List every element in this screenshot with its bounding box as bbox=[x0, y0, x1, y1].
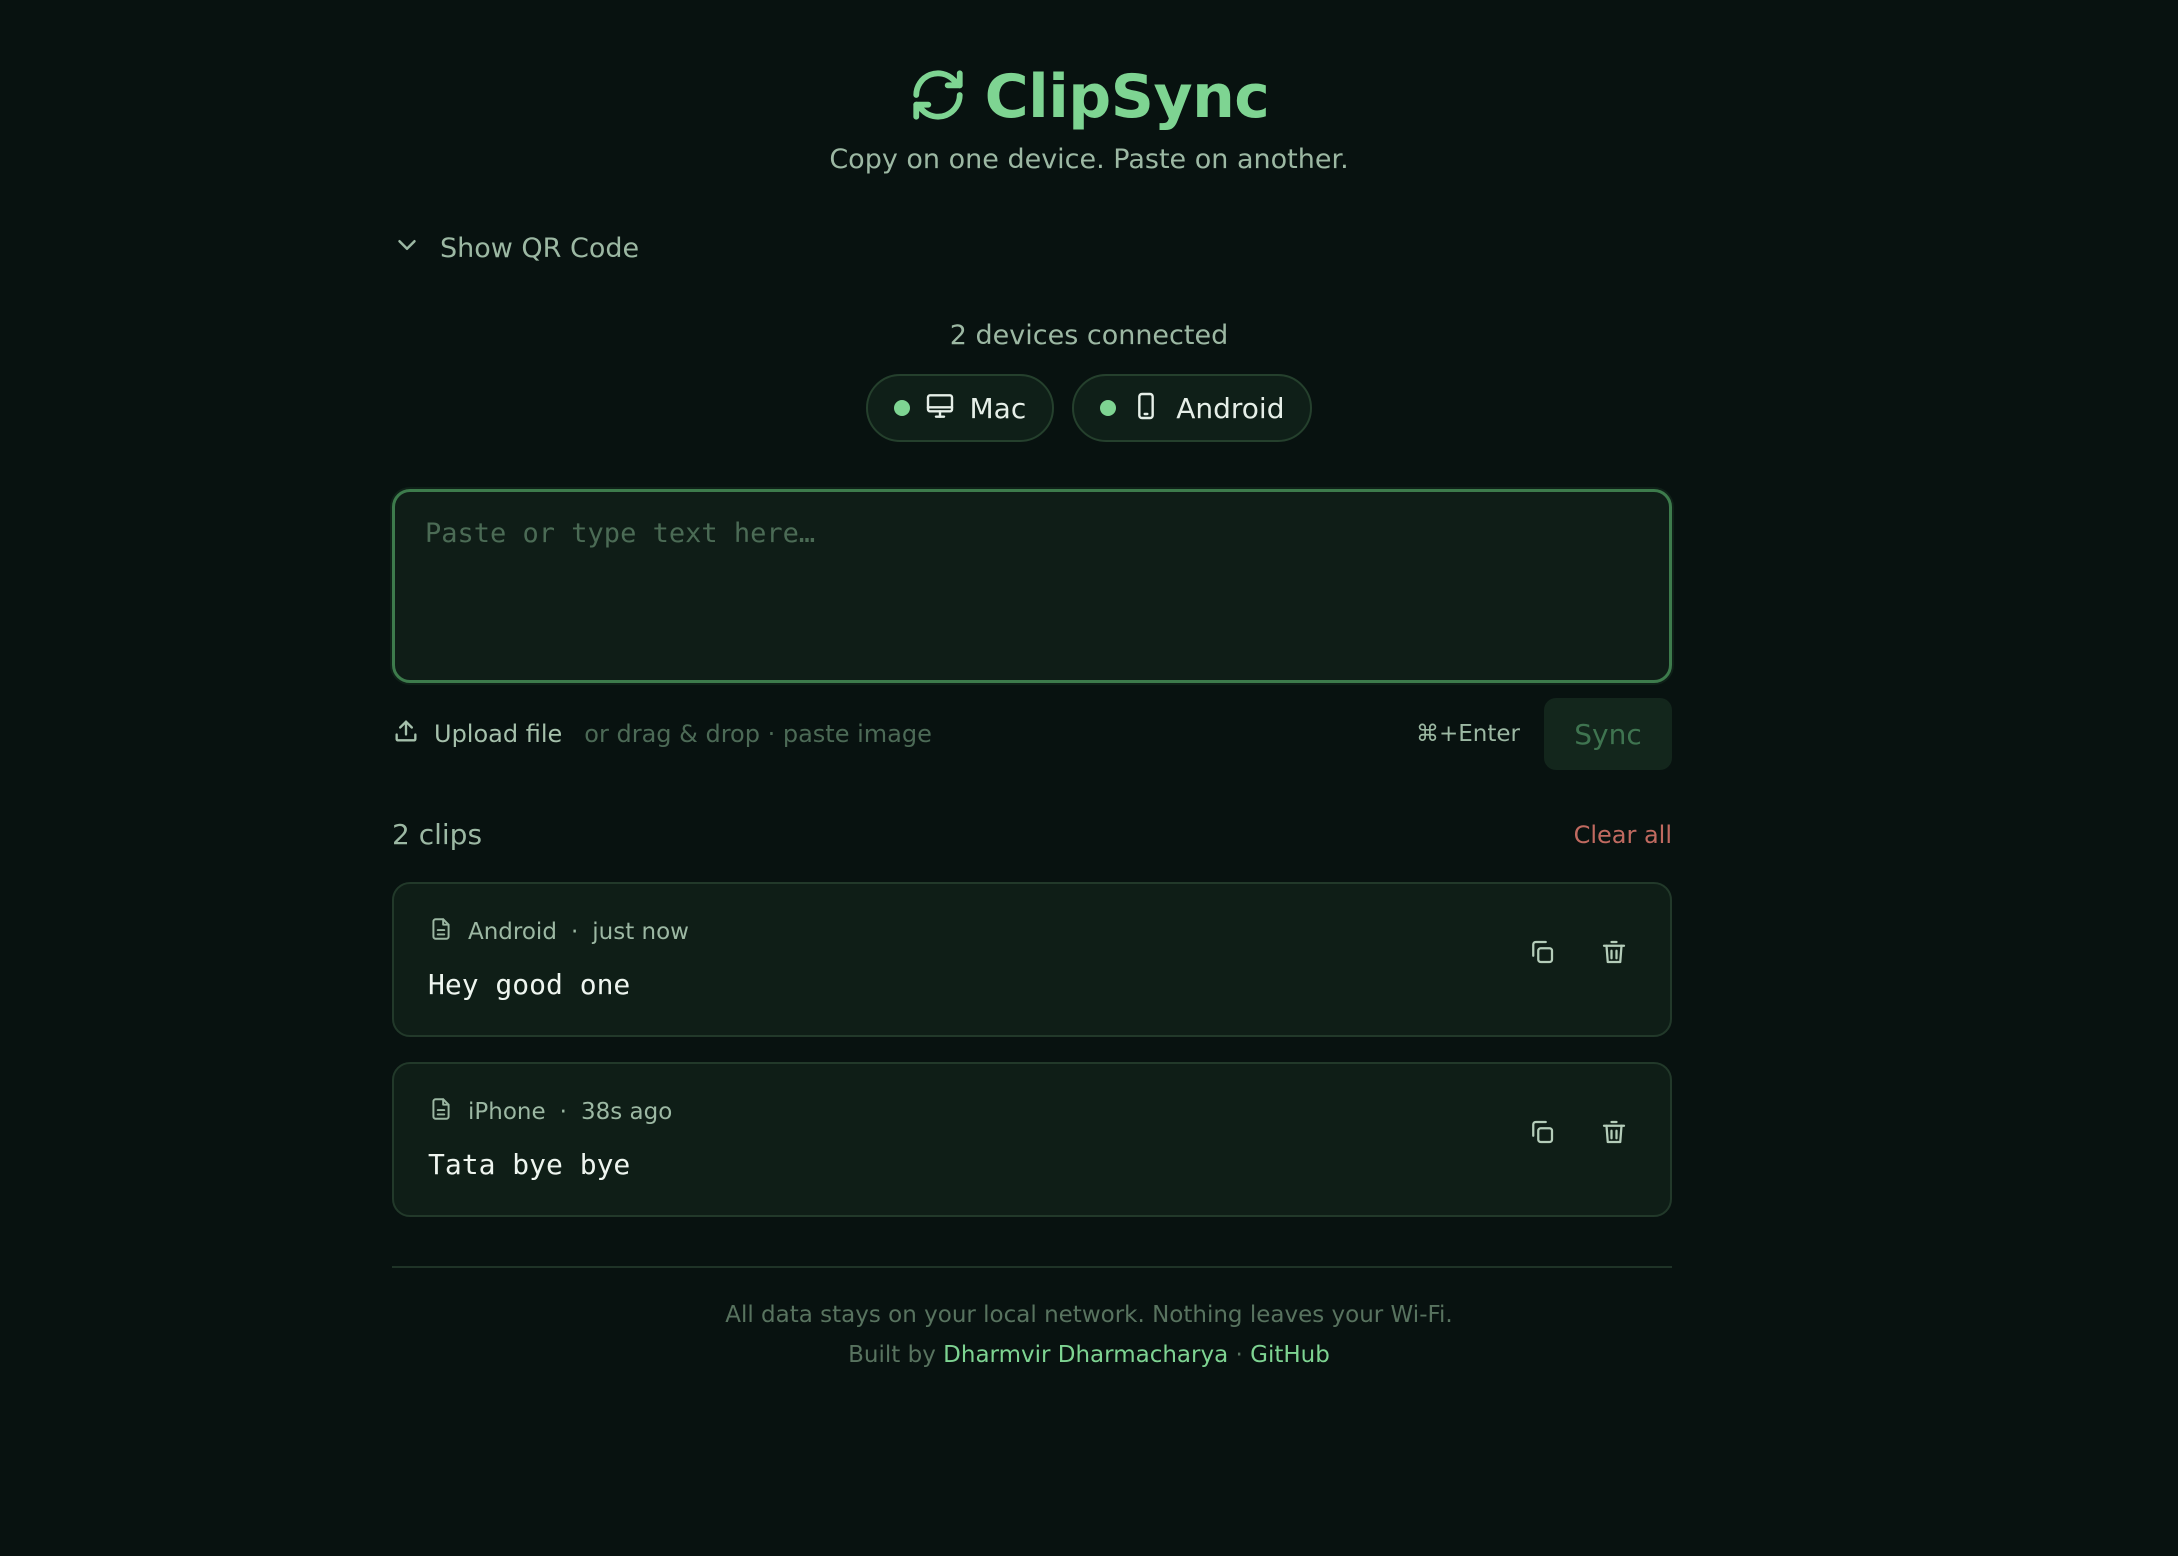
app-title: ClipSync bbox=[984, 62, 1270, 132]
input-actions: Upload file or drag & drop · paste image… bbox=[392, 698, 1672, 770]
online-status-dot bbox=[1100, 400, 1117, 416]
clip-card: iPhone · 38s ago Tata bye bye bbox=[392, 1062, 1672, 1217]
trash-icon[interactable] bbox=[1598, 1116, 1630, 1148]
clip-actions bbox=[1526, 936, 1630, 968]
footer-divider bbox=[392, 1266, 1672, 1268]
document-icon bbox=[428, 916, 454, 948]
upload-file-button[interactable]: Upload file bbox=[392, 717, 562, 751]
credits: Built by Dharmvir Dharmacharya · GitHub bbox=[0, 1342, 2178, 1368]
built-by-label: Built by bbox=[848, 1342, 936, 1368]
meta-separator: · bbox=[559, 1099, 567, 1125]
document-icon bbox=[428, 1096, 454, 1128]
clips-header: 2 clips Clear all bbox=[392, 818, 1672, 851]
brand: ClipSync bbox=[909, 62, 1270, 132]
device-pill-android: Android bbox=[1072, 374, 1313, 442]
device-pill-mac: Mac bbox=[865, 374, 1055, 442]
show-qr-toggle[interactable]: Show QR Code bbox=[392, 230, 639, 267]
clip-text-input[interactable] bbox=[392, 489, 1672, 683]
meta-separator: · bbox=[570, 919, 579, 945]
credits-separator: · bbox=[1235, 1342, 1243, 1368]
clip-card: Android · just now Hey good one bbox=[392, 882, 1672, 1037]
keyboard-shortcut-hint: ⌘+Enter bbox=[1415, 721, 1520, 747]
online-status-dot bbox=[893, 400, 910, 416]
privacy-note: All data stays on your local network. No… bbox=[725, 1302, 1453, 1328]
show-qr-label: Show QR Code bbox=[440, 233, 640, 264]
upload-hint: or drag & drop · paste image bbox=[584, 720, 932, 748]
device-list: Mac Android bbox=[0, 374, 2178, 442]
trash-icon[interactable] bbox=[1598, 936, 1630, 968]
copy-icon[interactable] bbox=[1526, 936, 1558, 968]
app-header: ClipSync bbox=[0, 62, 2178, 132]
clip-text: Tata bye bye bbox=[428, 1148, 631, 1181]
upload-icon bbox=[392, 717, 420, 751]
clip-meta: iPhone · 38s ago bbox=[428, 1096, 672, 1128]
phone-icon bbox=[1130, 390, 1162, 426]
clear-all-button[interactable]: Clear all bbox=[1574, 821, 1672, 849]
sync-button[interactable]: Sync bbox=[1544, 698, 1672, 770]
author-link[interactable]: Dharmvir Dharmacharya bbox=[943, 1342, 1228, 1368]
device-name: Mac bbox=[969, 391, 1027, 425]
copy-icon[interactable] bbox=[1526, 1116, 1558, 1148]
clip-time: just now bbox=[592, 919, 689, 945]
monitor-icon bbox=[924, 390, 956, 426]
github-link[interactable]: GitHub bbox=[1250, 1342, 1330, 1368]
device-name: Android bbox=[1176, 391, 1285, 425]
chevron-down-icon bbox=[392, 230, 422, 267]
clip-device: iPhone bbox=[468, 1099, 546, 1125]
clipsync-page: ClipSync Copy on one device. Paste on an… bbox=[0, 0, 2178, 1556]
upload-file-label: Upload file bbox=[434, 720, 563, 748]
clip-meta: Android · just now bbox=[428, 916, 689, 948]
sync-icon bbox=[909, 66, 967, 128]
clip-text: Hey good one bbox=[428, 968, 631, 1001]
clip-actions bbox=[1526, 1116, 1630, 1148]
clip-device: Android bbox=[468, 919, 557, 945]
clip-time: 38s ago bbox=[580, 1099, 673, 1125]
clips-count: 2 clips bbox=[392, 818, 483, 851]
tagline: Copy on one device. Paste on another. bbox=[829, 144, 1349, 175]
devices-count: 2 devices connected bbox=[949, 320, 1229, 351]
